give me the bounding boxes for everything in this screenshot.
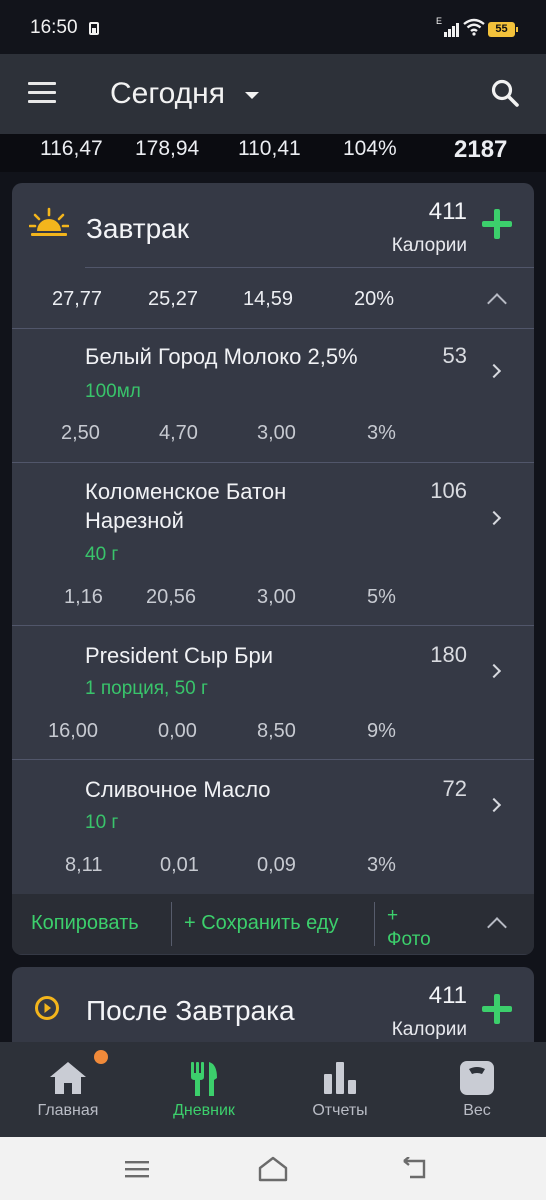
sim-card-icon bbox=[89, 22, 99, 35]
food-calories: 72 bbox=[442, 776, 467, 801]
food-item[interactable]: Белый Город Молоко 2,5% 53 100мл 2,50 4,… bbox=[12, 329, 534, 462]
food-carbs: 0,01 bbox=[160, 854, 199, 876]
food-item[interactable]: Коломенское Батон Нарезной 106 40 г 1,16… bbox=[12, 463, 534, 625]
collapse-chevron-icon[interactable] bbox=[487, 293, 507, 313]
status-time: 16:50 bbox=[30, 17, 78, 38]
hamburger-menu-icon[interactable] bbox=[28, 82, 56, 104]
nav-item-reports[interactable]: Отчеты bbox=[272, 1042, 408, 1137]
photo-button[interactable]: + Фото bbox=[387, 904, 431, 952]
food-fat: 8,11 bbox=[65, 854, 103, 876]
meal-calories: 411 bbox=[428, 982, 467, 1009]
add-food-button[interactable] bbox=[480, 207, 514, 241]
chevron-right-icon bbox=[486, 797, 502, 813]
food-protein: 3,00 bbox=[257, 586, 296, 608]
meal-actions-row: Копировать + Сохранить еду + Фото bbox=[12, 894, 534, 954]
food-carbs: 20,56 bbox=[146, 586, 197, 608]
food-rdi: 3% bbox=[367, 854, 396, 876]
divider bbox=[85, 267, 534, 268]
add-food-button[interactable] bbox=[480, 992, 514, 1026]
food-rdi: 5% bbox=[367, 586, 396, 608]
meal-title: Завтрак bbox=[86, 213, 189, 244]
food-name: President Сыр Бри bbox=[85, 643, 274, 668]
app-bar: Сегодня bbox=[0, 54, 546, 134]
date-selector[interactable]: Сегодня bbox=[110, 74, 259, 114]
food-name: Коломенское Батон Нарезной bbox=[85, 479, 287, 533]
home-icon bbox=[50, 1062, 86, 1094]
network-type-label: E bbox=[436, 16, 443, 26]
food-rdi: 9% bbox=[367, 720, 396, 742]
meal-calories-label: Калории bbox=[391, 235, 467, 256]
divider bbox=[171, 902, 172, 946]
food-calories: 106 bbox=[430, 478, 467, 503]
recent-apps-icon[interactable] bbox=[124, 1159, 150, 1179]
total-fat: 116,47 bbox=[40, 137, 103, 160]
copy-button[interactable]: Копировать bbox=[31, 912, 139, 935]
scale-icon bbox=[460, 1061, 494, 1095]
food-item[interactable]: President Сыр Бри 180 1 порция, 50 г 16,… bbox=[12, 626, 534, 759]
food-carbs: 0,00 bbox=[158, 720, 197, 742]
chevron-right-icon bbox=[486, 363, 502, 379]
collapse-chevron-icon[interactable] bbox=[487, 917, 507, 937]
food-protein: 8,50 bbox=[257, 720, 296, 742]
total-rdi: 104% bbox=[343, 137, 397, 160]
status-bar: 16:50 E 55 bbox=[0, 0, 546, 54]
food-portion: 10 г bbox=[85, 812, 119, 833]
total-carbs: 178,94 bbox=[135, 137, 200, 160]
meal-fat: 27,77 bbox=[52, 288, 103, 310]
cellular-signal-icon: E bbox=[436, 16, 460, 37]
daily-totals-row: 116,47 178,94 110,41 104% 2187 bbox=[0, 134, 546, 172]
search-icon[interactable] bbox=[490, 78, 520, 108]
food-calories: 180 bbox=[430, 642, 467, 667]
home-button-icon[interactable] bbox=[257, 1155, 289, 1183]
food-protein: 0,09 bbox=[257, 854, 296, 876]
play-circle-icon bbox=[35, 996, 59, 1020]
system-navigation-bar bbox=[0, 1137, 546, 1200]
sunrise-icon bbox=[29, 207, 69, 236]
nav-label: Главная bbox=[37, 1102, 99, 1119]
food-fat: 2,50 bbox=[61, 422, 100, 444]
battery-icon: 55 bbox=[488, 22, 518, 37]
food-fat: 16,00 bbox=[48, 720, 99, 742]
meal-protein: 14,59 bbox=[243, 288, 294, 310]
nav-item-diary[interactable]: Дневник bbox=[136, 1042, 272, 1137]
food-portion: 40 г bbox=[85, 544, 119, 565]
nav-item-home[interactable]: Главная bbox=[0, 1042, 136, 1137]
food-item[interactable]: Сливочное Масло 72 10 г 8,11 0,01 0,09 3… bbox=[12, 760, 534, 893]
food-fat: 1,16 bbox=[64, 586, 103, 608]
total-protein: 110,41 bbox=[238, 137, 301, 160]
photo-plus-label: + bbox=[387, 905, 399, 926]
food-name: Сливочное Масло bbox=[85, 777, 271, 802]
food-portion: 100мл bbox=[85, 381, 141, 402]
meal-calories-label: Калории bbox=[391, 1019, 467, 1040]
food-carbs: 4,70 bbox=[159, 422, 198, 444]
bar-chart-icon bbox=[324, 1062, 356, 1094]
fork-knife-icon bbox=[191, 1062, 217, 1096]
chevron-right-icon bbox=[486, 663, 502, 679]
wifi-icon bbox=[463, 18, 485, 36]
food-calories: 53 bbox=[442, 343, 467, 368]
food-rdi: 3% bbox=[367, 422, 396, 444]
photo-label: Фото bbox=[387, 929, 431, 950]
caret-down-icon bbox=[244, 92, 259, 99]
food-name: Белый Город Молоко 2,5% bbox=[85, 344, 358, 369]
chevron-right-icon bbox=[486, 510, 502, 526]
nav-label: Отчеты bbox=[312, 1102, 368, 1119]
meal-card-breakfast: Завтрак 411 Калории 27,77 25,27 14,59 20… bbox=[12, 183, 534, 955]
divider bbox=[374, 902, 375, 946]
bottom-navigation: Главная Дневник Отчеты Вес bbox=[0, 1042, 546, 1137]
food-protein: 3,00 bbox=[257, 422, 296, 444]
back-icon[interactable] bbox=[402, 1157, 430, 1181]
meal-title: После Завтрака bbox=[86, 995, 295, 1026]
notification-dot bbox=[94, 1050, 108, 1064]
page-title: Сегодня bbox=[110, 77, 225, 110]
meal-carbs: 25,27 bbox=[148, 288, 199, 310]
save-food-button[interactable]: + Сохранить еду bbox=[184, 912, 339, 935]
meal-calories: 411 bbox=[428, 198, 467, 225]
meal-rdi: 20% bbox=[354, 288, 395, 310]
nav-label: Вес bbox=[463, 1102, 491, 1119]
nav-label: Дневник bbox=[173, 1102, 235, 1119]
nav-item-weight[interactable]: Вес bbox=[409, 1042, 545, 1137]
food-portion: 1 порция, 50 г bbox=[85, 678, 208, 699]
total-calories: 2187 bbox=[454, 136, 508, 163]
